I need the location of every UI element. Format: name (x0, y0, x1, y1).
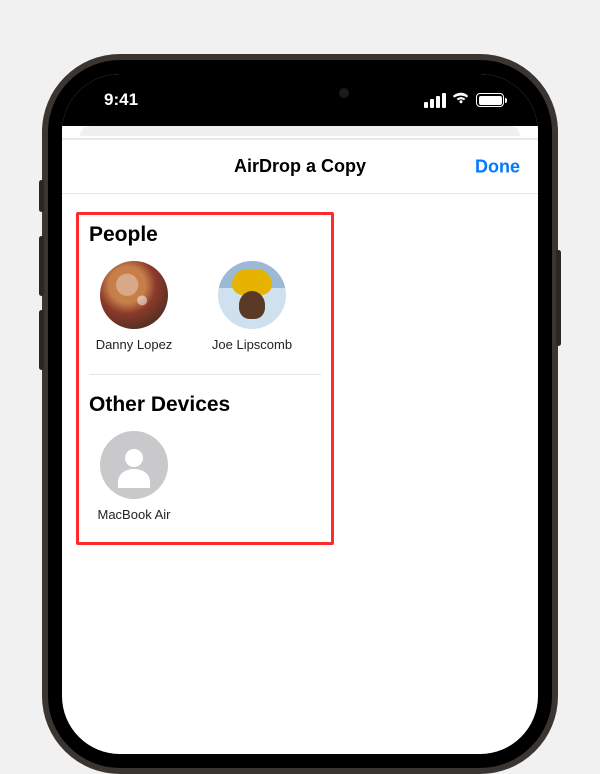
volume-up-button (39, 236, 44, 296)
airdrop-person[interactable]: Danny Lopez (89, 261, 179, 352)
wifi-icon (452, 90, 470, 110)
person-name: Joe Lipscomb (212, 337, 292, 352)
cellular-signal-icon (424, 93, 446, 108)
iphone-frame: 9:41 AirDrop a Copy Done People (42, 54, 558, 774)
device-name: MacBook Air (98, 507, 171, 522)
dynamic-island (237, 76, 363, 110)
sheet-header: AirDrop a Copy Done (62, 140, 538, 194)
callout-highlight: People Danny Lopez Joe Lipscomb Other De… (76, 212, 334, 545)
airdrop-person[interactable]: Joe Lipscomb (207, 261, 297, 352)
status-time: 9:41 (104, 90, 138, 110)
sheet-content: People Danny Lopez Joe Lipscomb Other De… (62, 194, 538, 563)
avatar (218, 261, 286, 329)
devices-section-title: Other Devices (89, 393, 321, 417)
done-button[interactable]: Done (475, 156, 520, 177)
people-section-title: People (89, 223, 321, 247)
volume-down-button (39, 310, 44, 370)
device-silhouette-icon (100, 431, 168, 499)
people-row: Danny Lopez Joe Lipscomb (89, 261, 321, 375)
devices-section: Other Devices MacBook Air (89, 393, 321, 522)
screen: 9:41 AirDrop a Copy Done People (62, 74, 538, 754)
ringer-switch (39, 180, 44, 212)
sheet-title: AirDrop a Copy (234, 156, 366, 177)
battery-icon (476, 93, 504, 107)
side-button (556, 250, 561, 346)
card-stack-hint (62, 126, 538, 140)
airdrop-device[interactable]: MacBook Air (89, 431, 179, 522)
person-name: Danny Lopez (96, 337, 173, 352)
avatar (100, 261, 168, 329)
